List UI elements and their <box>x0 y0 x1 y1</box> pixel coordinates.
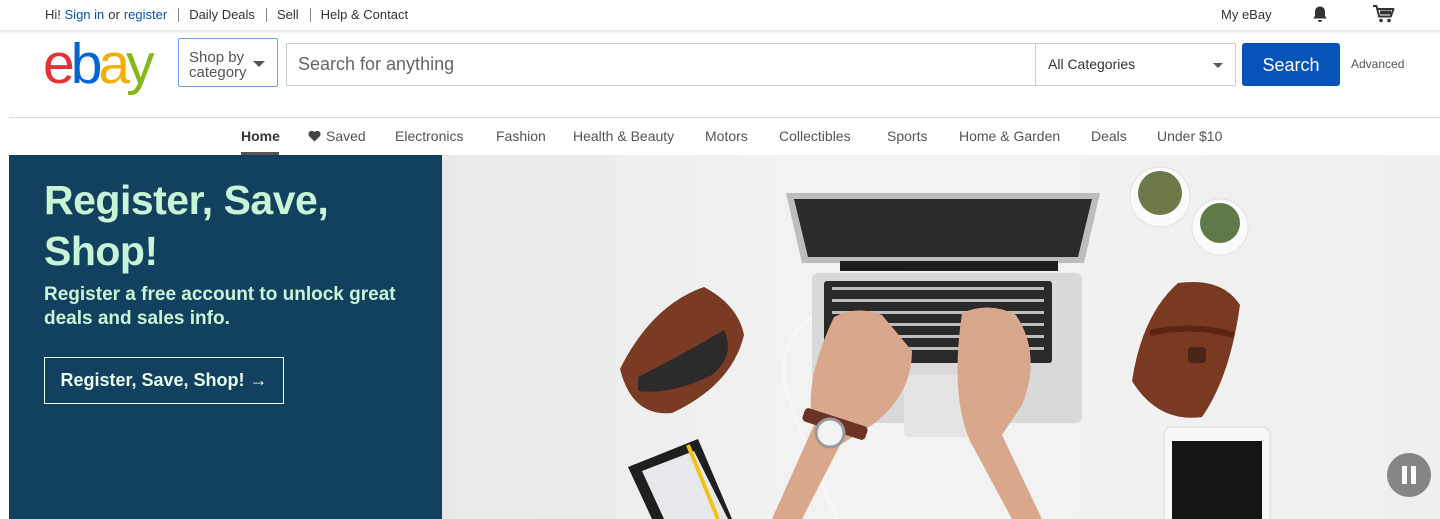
category-select[interactable]: All Categories <box>1035 44 1235 85</box>
nav-item-home[interactable]: Home <box>241 128 280 144</box>
nav-item-label: Saved <box>326 128 366 144</box>
promo-panel: Register, Save, Shop! Register a free ac… <box>9 155 442 519</box>
cart-icon[interactable] <box>1372 4 1396 24</box>
tablet-shape <box>1163 426 1271 519</box>
notebook-shape <box>628 439 732 519</box>
category-nav: Home Saved Electronics Fashion Health & … <box>0 118 1440 155</box>
sunglasses-case-shape <box>620 287 744 414</box>
top-utility-bar: Hi! Sign in or register Daily Deals Sell H… <box>0 0 1440 30</box>
nav-item-motors[interactable]: Motors <box>705 128 748 144</box>
nav-item-fashion[interactable]: Fashion <box>496 128 546 144</box>
register-cta-button[interactable]: Register, Save, Shop! → <box>44 357 284 404</box>
nav-item-health-beauty[interactable]: Health & Beauty <box>573 128 674 144</box>
hero-image[interactable] <box>442 155 1440 519</box>
register-link[interactable]: register <box>124 7 167 22</box>
nav-item-home-garden[interactable]: Home & Garden <box>959 128 1060 144</box>
daily-deals-link[interactable]: Daily Deals <box>189 7 255 22</box>
logo-letter-a: a <box>98 32 130 96</box>
topbar-left: Hi! Sign in or register Daily Deals Sell H… <box>45 7 408 22</box>
caret-down-icon <box>1213 63 1223 68</box>
greeting-text: Hi! <box>45 7 61 22</box>
laptop-desk-illustration <box>620 166 1271 519</box>
plant-pots-shape <box>1129 166 1249 256</box>
pause-icon <box>1402 466 1407 484</box>
promo-subtitle: Register a free account to unlock great … <box>44 284 396 329</box>
category-label: category <box>189 64 247 81</box>
nav-item-electronics[interactable]: Electronics <box>395 128 463 144</box>
heart-icon <box>308 130 321 142</box>
nav-item-collectibles[interactable]: Collectibles <box>779 128 851 144</box>
logo-letter-e: e <box>43 32 75 96</box>
nav-item-sports[interactable]: Sports <box>887 128 927 144</box>
search-bar: All Categories <box>286 43 1236 86</box>
promo-title: Register, Save, Shop! <box>44 177 329 274</box>
nav-item-deals[interactable]: Deals <box>1091 128 1127 144</box>
help-contact-link[interactable]: Help & Contact <box>321 7 408 22</box>
caret-down-icon <box>253 61 265 67</box>
ebay-logo[interactable]: ebay <box>43 36 173 93</box>
nav-item-saved[interactable]: Saved <box>308 128 366 144</box>
divider <box>309 7 311 22</box>
divider <box>178 7 180 22</box>
topbar-shadow <box>0 30 1440 33</box>
hero-carousel: Register, Save, Shop! Register a free ac… <box>9 155 1440 519</box>
sell-link[interactable]: Sell <box>277 7 299 22</box>
divider <box>265 7 267 22</box>
advanced-search-link[interactable]: Advanced <box>1351 57 1404 71</box>
bell-icon[interactable] <box>1311 5 1329 23</box>
wallet-shape <box>1132 281 1240 418</box>
search-input[interactable] <box>287 44 1035 85</box>
sign-in-link[interactable]: Sign in <box>65 7 105 22</box>
logo-letter-b: b <box>70 32 103 96</box>
logo-letter-y: y <box>126 32 154 96</box>
nav-item-under-10[interactable]: Under $10 <box>1157 128 1222 144</box>
carousel-pause-button[interactable] <box>1387 453 1431 497</box>
category-select-value: All Categories <box>1048 56 1136 72</box>
my-ebay-link[interactable]: My eBay <box>1221 7 1272 22</box>
shop-by-category-button[interactable]: Shop by category <box>178 38 278 87</box>
search-button[interactable]: Search <box>1242 43 1340 86</box>
pause-icon <box>1411 466 1416 484</box>
or-text: or <box>108 7 120 22</box>
